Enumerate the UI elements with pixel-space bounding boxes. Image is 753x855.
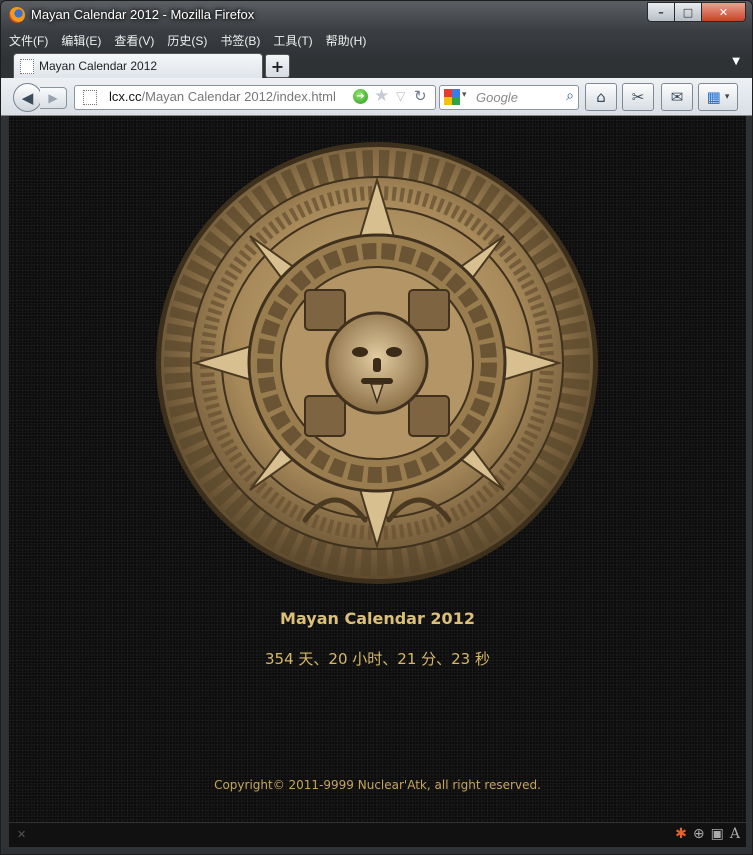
site-identity-icon[interactable] [83, 90, 97, 105]
title-bar: Mayan Calendar 2012 - Mozilla Firefox – … [1, 1, 752, 29]
mail-icon: ✉ [670, 88, 684, 106]
tab-mayan-calendar[interactable]: Mayan Calendar 2012 [13, 53, 263, 79]
menu-help[interactable]: 帮助(H) [326, 32, 367, 50]
scissors-icon: ✂ [631, 88, 645, 106]
mail-button[interactable]: ✉ [661, 83, 693, 111]
menu-history[interactable]: 历史(S) [167, 32, 207, 50]
maximize-button[interactable]: □ [674, 2, 702, 22]
go-icon[interactable]: ➔ [353, 89, 368, 104]
url-bar[interactable]: lcx.cc/Mayan Calendar 2012/index.html ➔ … [74, 85, 436, 110]
zoom-icon[interactable]: ⊕ [693, 826, 705, 842]
status-bar: ✕ ✱ ⊕ ▣ A [9, 822, 746, 847]
reload-icon[interactable]: ↻ [414, 87, 427, 105]
image-icon[interactable]: ▣ [711, 826, 724, 842]
new-tab-button[interactable]: + [265, 54, 290, 78]
close-button[interactable]: ✕ [701, 2, 746, 22]
bookmark-star-icon[interactable]: ★ [374, 86, 389, 106]
addon-button[interactable]: ▦ ▾ [698, 83, 738, 111]
window-controls: – □ ✕ [647, 2, 746, 22]
minimize-button[interactable]: – [647, 2, 675, 22]
screenshot-button[interactable]: ✂ [622, 83, 654, 111]
browser-window: Mayan Calendar 2012 - Mozilla Firefox – … [0, 0, 753, 855]
grid-icon: ▦ [706, 88, 721, 106]
page-icon [20, 59, 34, 74]
back-button[interactable]: ◀ [13, 83, 42, 112]
mayan-calendar-stone-image [156, 142, 598, 584]
page-content: Mayan Calendar 2012 354 天、20 小时、21 分、23 … [9, 116, 746, 822]
google-engine-icon[interactable] [444, 89, 460, 105]
menu-edit[interactable]: 编辑(E) [61, 32, 101, 50]
menu-view[interactable]: 查看(V) [114, 32, 154, 50]
countdown-text: 354 天、20 小时、21 分、23 秒 [265, 650, 490, 668]
engine-dropdown-icon[interactable]: ▾ [462, 90, 467, 100]
window-title: Mayan Calendar 2012 - Mozilla Firefox [31, 7, 255, 22]
font-icon[interactable]: A [730, 826, 740, 842]
menu-file[interactable]: 文件(F) [9, 32, 48, 50]
forward-button[interactable]: ▶ [40, 87, 67, 109]
search-input[interactable]: Google [476, 90, 518, 105]
history-dropdown-icon[interactable]: ▽ [396, 89, 405, 103]
addon-status-icon[interactable]: ✱ [675, 826, 687, 842]
home-button[interactable]: ⌂ [585, 83, 617, 111]
tab-label: Mayan Calendar 2012 [39, 59, 158, 73]
firefox-logo-icon [9, 7, 25, 23]
page-title: Mayan Calendar 2012 [280, 609, 475, 628]
search-bar[interactable]: ▾ Google ⌕ [439, 85, 579, 110]
back-arrow-icon: ◀ [21, 88, 34, 107]
status-icons: ✱ ⊕ ▣ A [675, 826, 740, 842]
url-text[interactable]: lcx.cc/Mayan Calendar 2012/index.html [109, 89, 336, 104]
list-all-tabs-icon[interactable]: ▼ [732, 56, 740, 67]
forward-arrow-icon: ▶ [48, 91, 58, 105]
url-domain: lcx.cc [109, 89, 142, 104]
search-icon[interactable]: ⌕ [566, 88, 574, 104]
url-path: /Mayan Calendar 2012/index.html [141, 89, 336, 104]
menu-bar: 文件(F) 编辑(E) 查看(V) 历史(S) 书签(B) 工具(T) 帮助(H… [9, 32, 366, 50]
copyright-text: Copyright© 2011-9999 Nuclear'Atk, all ri… [214, 778, 541, 792]
tab-bar: Mayan Calendar 2012 + ▼ [1, 53, 752, 79]
navigation-toolbar: ◀ ▶ lcx.cc/Mayan Calendar 2012/index.htm… [1, 78, 752, 116]
menu-tools[interactable]: 工具(T) [273, 32, 312, 50]
menu-bookmarks[interactable]: 书签(B) [220, 32, 260, 50]
close-findbar-icon[interactable]: ✕ [17, 828, 26, 841]
home-icon: ⌂ [596, 88, 606, 106]
